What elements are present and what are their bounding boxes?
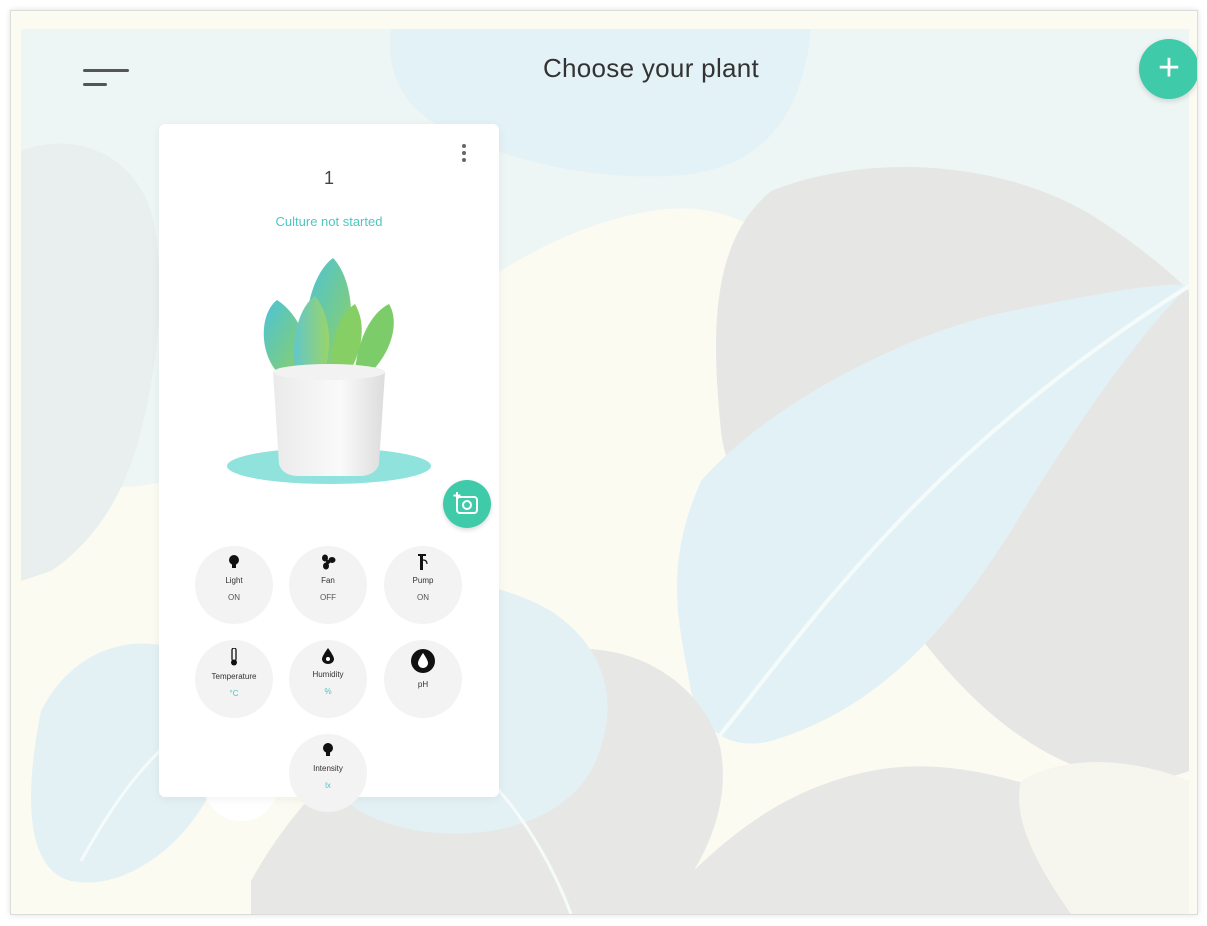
ph-drop-icon <box>411 649 435 673</box>
sensor-tile-pump[interactable]: Pump ON <box>384 546 462 624</box>
sensor-label: Intensity <box>313 764 343 773</box>
sensor-value: lx <box>325 781 331 790</box>
sensor-tile-intensity[interactable]: Intensity lx <box>289 734 367 812</box>
page-title: Choose your plant <box>542 53 760 83</box>
culture-status: Culture not started <box>275 214 383 229</box>
plant-number: 1 <box>323 168 334 188</box>
sensor-value: °C <box>229 689 239 698</box>
hamburger-menu-icon[interactable] <box>83 69 131 93</box>
sensor-label: Temperature <box>211 672 257 681</box>
sensor-label: pH <box>417 680 429 689</box>
sensor-tile-fan[interactable]: Fan OFF <box>289 546 367 624</box>
fan-icon <box>322 554 336 570</box>
add-plant-button[interactable]: + <box>1139 39 1197 99</box>
sensor-label: Fan <box>321 576 335 585</box>
lightbulb-icon <box>229 555 239 568</box>
sensor-label: Light <box>225 576 243 585</box>
plant-card[interactable]: 1 Culture not started Light ON Fan OFF P… <box>159 124 499 812</box>
sensor-value: OFF <box>320 593 336 602</box>
sensor-label: Pump <box>412 576 434 585</box>
add-photo-button[interactable] <box>443 480 491 528</box>
sensor-tile-temperature[interactable]: Temperature °C <box>195 640 273 718</box>
app-window: Choose your plant + 1 Culture not starte… <box>10 10 1198 915</box>
sensor-tile-light[interactable]: Light ON <box>195 546 273 624</box>
sensor-label: Humidity <box>312 670 344 679</box>
plant-pot-illustration <box>227 258 431 484</box>
sensor-value: % <box>324 687 332 696</box>
kebab-menu-icon[interactable] <box>459 144 469 162</box>
lightbulb-icon <box>323 743 333 756</box>
add-photo-icon <box>453 492 478 514</box>
sensor-value: ON <box>228 593 240 602</box>
sensor-tile-ph[interactable]: pH <box>384 640 462 718</box>
pump-icon <box>418 554 428 570</box>
drop-icon <box>322 648 334 664</box>
thermometer-icon <box>231 648 237 666</box>
sensor-tile-humidity[interactable]: Humidity % <box>289 640 367 718</box>
sensor-value: ON <box>417 593 429 602</box>
plus-icon: + <box>1157 47 1181 89</box>
